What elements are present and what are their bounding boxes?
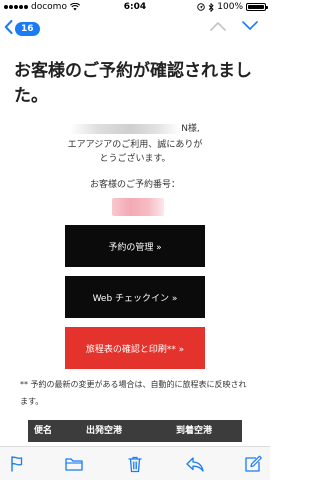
header-flight-number: 便名	[34, 426, 53, 436]
move-to-folder-button[interactable]	[64, 455, 84, 473]
manage-booking-button[interactable]: 予約の管理 »	[65, 225, 205, 267]
status-right: 100%	[197, 0, 268, 14]
greeting-line-1: N様,	[0, 122, 270, 136]
delete-button[interactable]	[126, 455, 146, 473]
reply-button[interactable]	[185, 455, 205, 473]
location-icon	[197, 3, 206, 11]
web-checkin-button[interactable]: Web チェックイン »	[65, 276, 205, 318]
compose-button[interactable]	[243, 455, 263, 473]
bluetooth-icon	[208, 2, 214, 12]
back-button[interactable]: 16	[4, 20, 40, 38]
flag-icon	[11, 456, 23, 472]
compose-icon	[245, 455, 262, 472]
previous-message-icon[interactable]	[210, 20, 226, 32]
status-bar: docomo 6:04 100%	[0, 0, 270, 14]
reservation-label: お客様のご予約番号：	[89, 180, 180, 190]
battery-icon	[246, 3, 268, 11]
mail-nav-bar: 16	[0, 14, 270, 46]
folder-icon	[65, 458, 83, 471]
mail-toolbar	[0, 446, 270, 480]
itinerary-note: ** 予約の最新の変更がある場合は、自動的に旅程表に反映されます。	[20, 380, 247, 406]
message-navigation	[210, 20, 258, 32]
inbox-count-badge: 16	[15, 22, 40, 36]
greeting-line-3: とうございます。	[99, 153, 171, 164]
redacted-reservation-number	[112, 198, 164, 216]
next-message-icon[interactable]	[242, 20, 258, 32]
greeting-suffix: N様,	[181, 124, 200, 134]
header-arrival: 到着空港	[176, 426, 213, 436]
email-heading: お客様のご予約が確認されました。	[14, 61, 252, 106]
header-departure: 出発空港	[86, 426, 123, 436]
flag-button[interactable]	[8, 455, 28, 473]
greeting: N様, エアアジアのご利用、誠にありが とうございます。	[0, 122, 270, 164]
reply-icon	[186, 457, 204, 472]
redacted-name	[70, 124, 181, 134]
greeting-line-2: エアアジアのご利用、誠にありが	[67, 139, 203, 150]
flight-table-header: 便名 出発空港 到着空港	[28, 420, 242, 442]
view-itinerary-button[interactable]: 旅程表の確認と印刷** »	[65, 327, 205, 369]
email-body: お客様のご予約が確認されました。 N様, エアアジアのご利用、誠にありが とうご…	[0, 46, 270, 446]
battery-percent: 100%	[217, 2, 243, 12]
trash-icon	[128, 456, 142, 473]
chevron-left-icon	[4, 20, 13, 38]
